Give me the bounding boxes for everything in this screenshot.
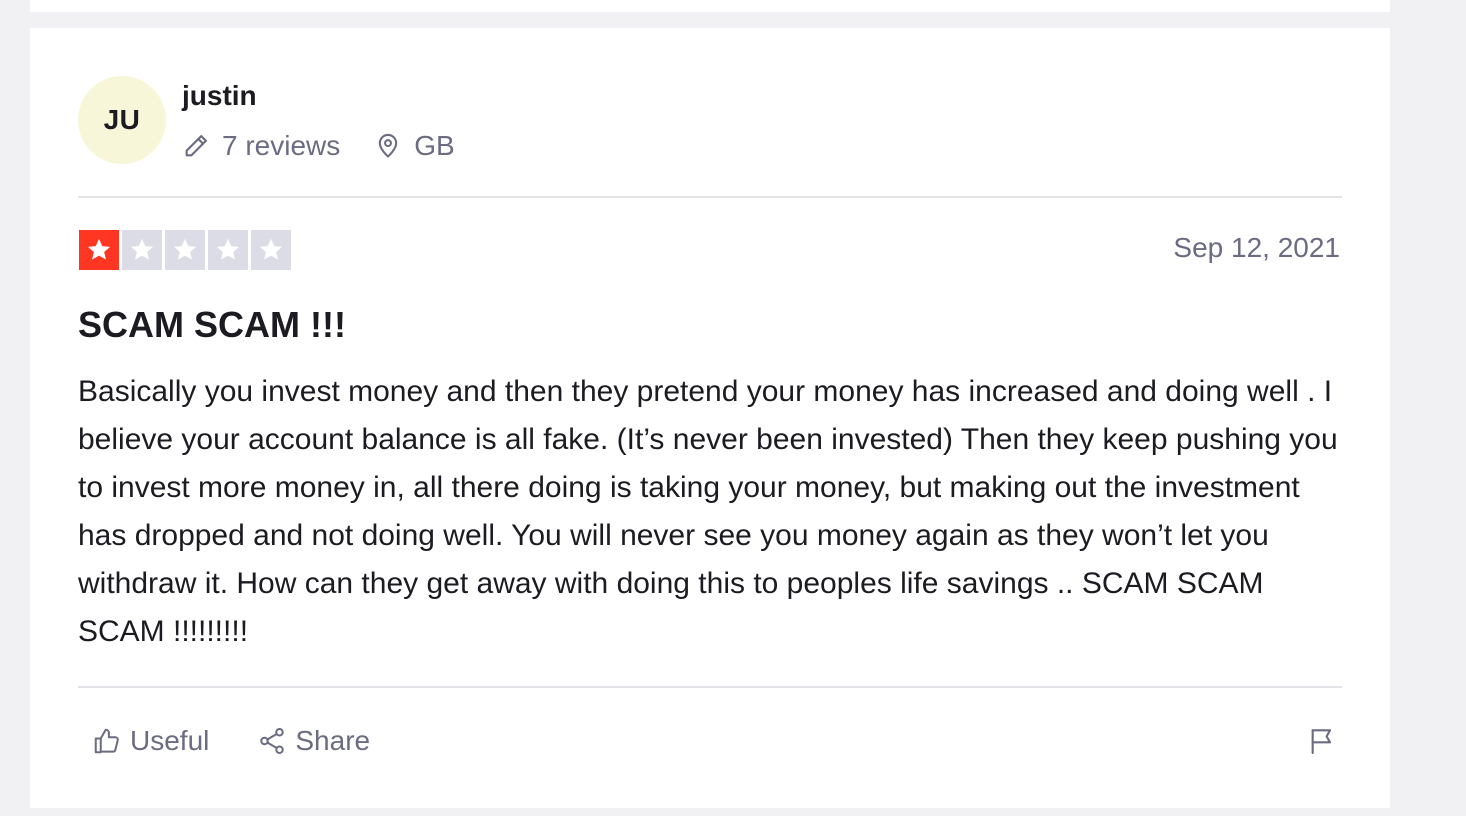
star-filled	[79, 230, 119, 270]
star-empty	[165, 230, 205, 270]
reviewer-name[interactable]: justin	[182, 80, 257, 112]
star-icon	[130, 238, 154, 260]
review-body: Basically you invest money and then they…	[78, 375, 1338, 648]
flag-icon	[1311, 729, 1332, 755]
star-icon	[259, 238, 283, 260]
reviews-count-label: 7 reviews	[222, 130, 341, 161]
thumbs-up-icon	[94, 728, 119, 754]
avatar-initials: JU	[103, 104, 141, 135]
reviews-count: 7 reviews	[182, 130, 340, 162]
star-empty	[251, 230, 291, 270]
star-icon	[173, 238, 197, 260]
country-label: GB	[414, 130, 455, 161]
star-icon	[216, 238, 240, 260]
avatar[interactable]: JU	[78, 76, 166, 164]
review-title[interactable]: SCAM SCAM !!!	[78, 304, 346, 346]
review-card: JU justin 7 reviews GB Sep 12, 2021 SCAM…	[30, 28, 1390, 808]
footer-divider	[78, 686, 1342, 688]
share-button[interactable]: Share	[257, 725, 370, 757]
report-button[interactable]	[1306, 724, 1338, 763]
reviewer-location: GB	[374, 130, 455, 162]
pencil-icon	[185, 135, 207, 157]
location-pin-icon	[379, 133, 398, 158]
star-icon	[87, 238, 111, 260]
share-icon	[260, 728, 285, 754]
useful-label: Useful	[130, 725, 210, 756]
review-actions: Useful Share	[92, 720, 370, 762]
previous-review-card	[30, 0, 1390, 12]
star-empty	[122, 230, 162, 270]
star-empty	[208, 230, 248, 270]
share-label: Share	[295, 725, 371, 756]
star-rating	[79, 230, 291, 270]
review-date: Sep 12, 2021	[1173, 232, 1340, 263]
header-divider	[78, 196, 1342, 198]
reviewer-meta: 7 reviews GB	[182, 126, 455, 166]
useful-button[interactable]: Useful	[92, 725, 209, 757]
